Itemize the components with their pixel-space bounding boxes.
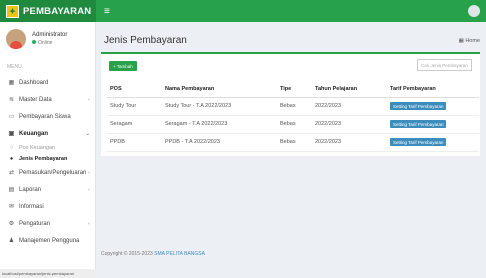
- circle-filled-icon: ●: [9, 155, 14, 162]
- column-header-tahun: Tahun Pelajaran: [312, 82, 387, 98]
- top-navbar: ≡: [96, 0, 486, 22]
- sidebar-item-label: Informasi: [19, 203, 44, 210]
- cell-nama: Study Tour - T.A 2022/2023: [162, 97, 277, 116]
- sidebar-item-pembayaran-siswa[interactable]: ▭ Pembayaran Siswa: [0, 108, 95, 125]
- cell-tipe: Bebas: [277, 115, 312, 134]
- sidebar-item-pemasukan-pengeluaran[interactable]: ⇄ Pemasukan/Pengeluaran ‹: [0, 164, 95, 181]
- chevron-left-icon: ‹: [88, 220, 90, 227]
- cell-tahun: 2022/2023: [312, 133, 387, 152]
- table-header-row: POS Nama Pembayaran Tipe Tahun Pelajaran…: [107, 82, 479, 98]
- cell-pos: PPDB: [107, 133, 162, 152]
- file-icon: ▤: [8, 187, 15, 193]
- sidebar-item-dashboard[interactable]: ▦ Dashboard: [0, 74, 95, 91]
- page-title: Jenis Pembayaran: [104, 35, 187, 46]
- sidebar-item-label: Laporan: [19, 186, 42, 193]
- cell-tahun: 2022/2023: [312, 115, 387, 134]
- cell-tipe: Bebas: [277, 133, 312, 152]
- sidebar-item-label: Pemasukan/Pengeluaran: [19, 169, 87, 176]
- column-header-tarif: Tarif Pembayaran: [387, 82, 479, 98]
- column-header-tipe: Tipe: [277, 82, 312, 98]
- sidebar-item-label: Master Data: [19, 96, 52, 103]
- table-row: PPDB PPDB - T.A 2022/2023 Bebas 2022/202…: [107, 133, 479, 152]
- sidebar-item-label: Pengaturan: [19, 220, 51, 227]
- setting-tarif-button[interactable]: Setting Tarif Pembayaran: [390, 102, 447, 110]
- sidebar-item-label: Keuangan: [19, 130, 49, 137]
- sidebar: Administrator Online MENU ▦ Dashboard ≋ …: [0, 22, 96, 278]
- table-row: Study Tour Study Tour - T.A 2022/2023 Be…: [107, 97, 479, 116]
- submenu-item-label: Pos Keuangan: [19, 144, 56, 151]
- payment-types-table: POS Nama Pembayaran Tipe Tahun Pelajaran…: [107, 82, 479, 152]
- breadcrumb-home: Home: [465, 38, 480, 44]
- bell-icon: ✉: [8, 204, 15, 210]
- breadcrumb[interactable]: ▦ Home: [459, 38, 480, 44]
- cell-action: Setting Tarif Pembayaran: [387, 97, 479, 116]
- avatar: [6, 29, 26, 49]
- sidebar-item-manajemen-pengguna[interactable]: ♟ Manajemen Pengguna: [0, 232, 95, 249]
- database-icon: ≋: [8, 97, 15, 103]
- menu-header: MENU: [7, 64, 22, 70]
- search-input[interactable]: Cari Jenis Pembayaran: [417, 59, 472, 71]
- menu-toggle-icon[interactable]: ≡: [104, 6, 110, 17]
- user-menu-avatar[interactable]: [468, 5, 480, 17]
- cell-tahun: 2022/2023: [312, 97, 387, 116]
- cell-tipe: Bebas: [277, 97, 312, 116]
- exchange-icon: ⇄: [8, 170, 15, 176]
- users-icon: ♟: [8, 238, 15, 244]
- logo-text: PEMBAYARAN: [23, 5, 92, 17]
- column-header-pos: POS: [107, 82, 162, 98]
- credit-card-icon: ▭: [8, 114, 15, 120]
- user-status: Online: [32, 40, 67, 46]
- chevron-left-icon: ‹: [88, 186, 90, 193]
- dashboard-icon: ▦: [8, 80, 15, 86]
- submenu-item-pos-keuangan[interactable]: ○ Pos Keuangan: [0, 142, 95, 153]
- sidebar-item-master-data[interactable]: ≋ Master Data ‹: [0, 91, 95, 108]
- sidebar-item-label: Manajemen Pengguna: [19, 237, 80, 244]
- sidebar-item-informasi[interactable]: ✉ Informasi: [0, 198, 95, 215]
- sidebar-item-laporan[interactable]: ▤ Laporan ‹: [0, 181, 95, 198]
- chevron-left-icon: ‹: [88, 169, 90, 176]
- user-name: Administrator: [32, 32, 68, 38]
- cell-nama: Seragam - T.A 2022/2023: [162, 115, 277, 134]
- table-row: Seragam Seragam - T.A 2022/2023 Bebas 20…: [107, 115, 479, 134]
- logo-icon: ✦: [6, 4, 19, 18]
- sidebar-item-label: Pembayaran Siswa: [19, 113, 71, 120]
- content-box: + Tambah Cari Jenis Pembayaran POS Nama …: [101, 52, 480, 156]
- cell-nama: PPDB - T.A 2022/2023: [162, 133, 277, 152]
- footer: Copyright © 2015-2023 SMA PELITA BANGSA: [101, 251, 205, 257]
- cell-pos: Study Tour: [107, 97, 162, 116]
- cell-action: Setting Tarif Pembayaran: [387, 133, 479, 152]
- user-status-text: Online: [38, 40, 53, 46]
- gear-icon: ⚙: [8, 221, 15, 227]
- submenu-item-label: Jenis Pembayaran: [19, 155, 68, 162]
- money-icon: ▣: [8, 131, 15, 137]
- online-dot-icon: [32, 40, 36, 44]
- logo[interactable]: ✦ PEMBAYARAN: [0, 0, 96, 22]
- footer-link[interactable]: SMA PELITA BANGSA: [154, 251, 205, 257]
- submenu-item-jenis-pembayaran[interactable]: ● Jenis Pembayaran: [0, 153, 95, 164]
- setting-tarif-button[interactable]: Setting Tarif Pembayaran: [390, 120, 447, 128]
- cell-pos: Seragam: [107, 115, 162, 134]
- sidebar-item-label: Dashboard: [19, 79, 49, 86]
- footer-text: Copyright © 2015-2023: [101, 251, 153, 257]
- chevron-left-icon: ‹: [88, 96, 90, 103]
- add-button[interactable]: + Tambah: [109, 61, 137, 71]
- cell-action: Setting Tarif Pembayaran: [387, 115, 479, 134]
- setting-tarif-button[interactable]: Setting Tarif Pembayaran: [390, 138, 447, 146]
- chevron-down-icon: ⌄: [85, 130, 90, 137]
- sidebar-item-keuangan[interactable]: ▣ Keuangan ⌄: [0, 125, 95, 142]
- sidebar-item-pengaturan[interactable]: ⚙ Pengaturan ‹: [0, 215, 95, 232]
- status-bar-url: localhost/pembayaran/jenis-pembayaran: [0, 269, 96, 278]
- column-header-nama: Nama Pembayaran: [162, 82, 277, 98]
- circle-icon: ○: [9, 144, 14, 151]
- user-panel: Administrator Online: [0, 22, 95, 56]
